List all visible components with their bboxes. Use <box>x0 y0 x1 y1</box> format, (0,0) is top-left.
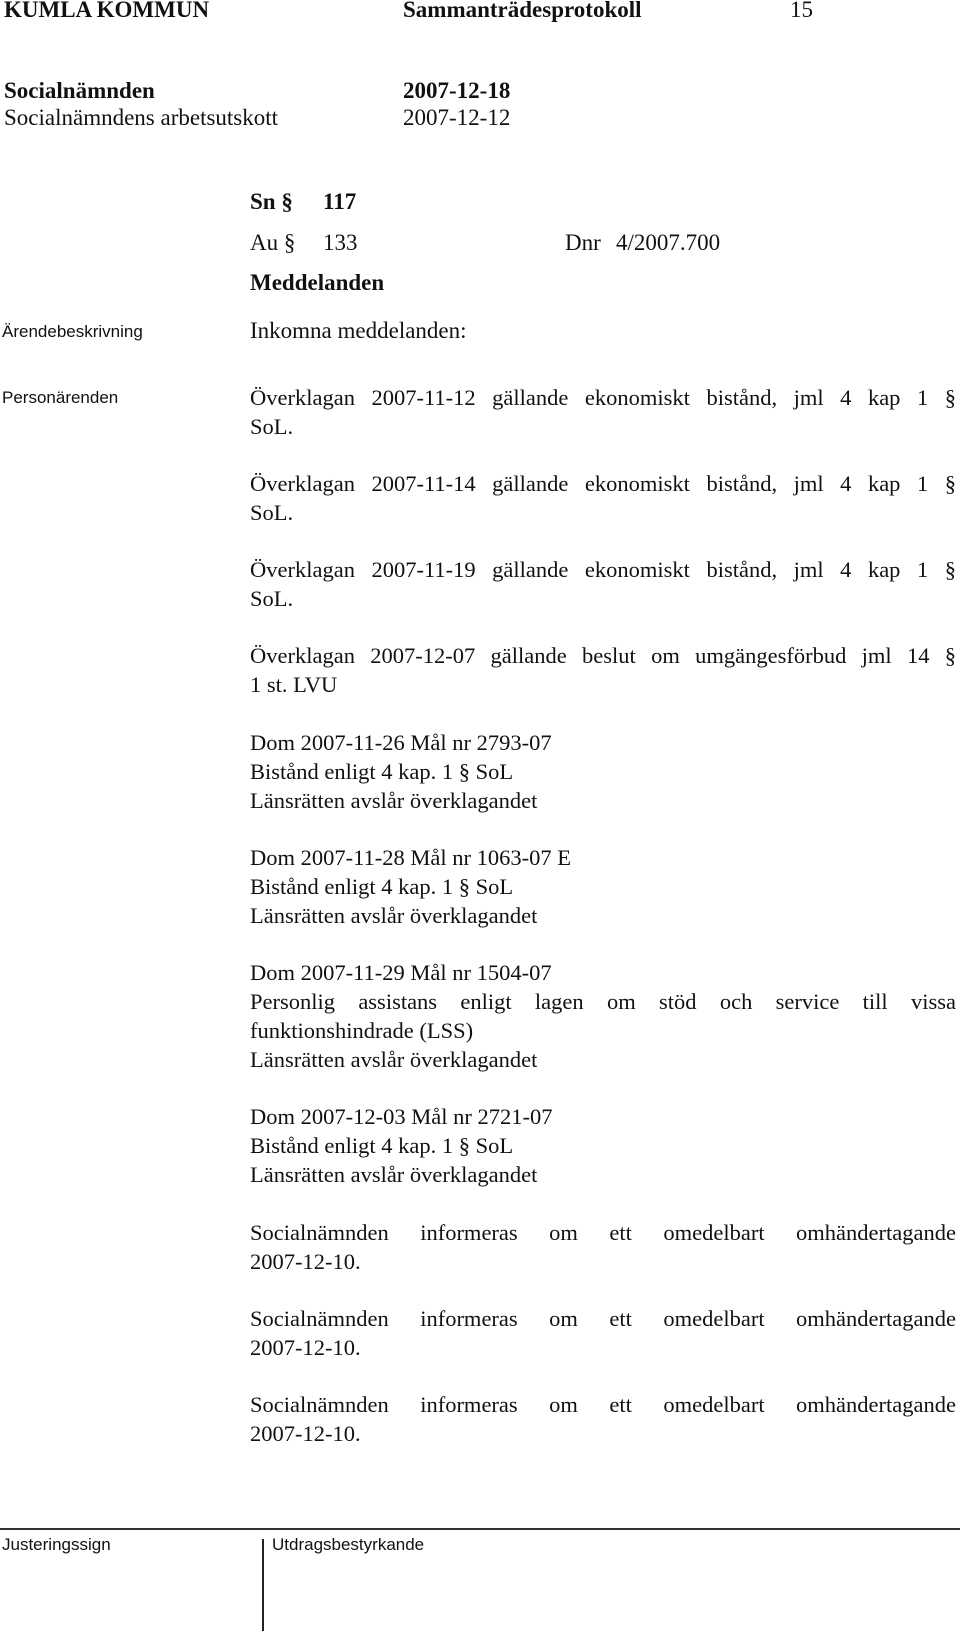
judgment-case: Dom 2007-12-03 Mål nr 2721-07 <box>250 1104 553 1129</box>
dnr-label: Dnr <box>565 230 601 255</box>
appeal-line: Överklagan 2007-11-19 gällande ekonomisk… <box>250 557 956 582</box>
judgment-case: Dom 2007-11-26 Mål nr 2793-07 <box>250 730 552 755</box>
extract-certification-label: Utdragsbestyrkande <box>272 1535 425 1554</box>
footer-divider <box>0 1528 960 1530</box>
appeal-item: Överklagan 2007-12-07 gällande beslut om… <box>250 641 956 699</box>
judgment-subject-continued: funktionshindrade (LSS) <box>250 1018 474 1043</box>
committee-meeting-date: 2007-12-12 <box>403 105 511 130</box>
au-paragraph-label: Au § <box>250 230 296 255</box>
appeal-line: Överklagan 2007-11-14 gällande ekonomisk… <box>250 471 956 496</box>
sidebar-label-personal-matters: Personärenden <box>2 388 119 407</box>
au-paragraph-number: 133 <box>323 230 358 255</box>
sn-paragraph-number: 117 <box>323 189 357 214</box>
adjust-sign-label: Justeringssign <box>2 1535 111 1554</box>
judgment-case: Dom 2007-11-29 Mål nr 1504-07 <box>250 960 552 985</box>
notice-item: Socialnämnden informeras om ett omedelba… <box>250 1304 956 1362</box>
footer-column-divider <box>262 1539 264 1631</box>
judgment-item: Dom 2007-11-28 Mål nr 1063-07 E Bistånd … <box>250 843 956 930</box>
judgment-subject: Bistånd enligt 4 kap. 1 § SoL <box>250 1133 514 1158</box>
judgment-subject: Personlig assistans enligt lagen om stöd… <box>250 989 956 1014</box>
judgment-outcome: Länsrätten avslår överklagandet <box>250 903 538 928</box>
notice-date: 2007-12-10. <box>250 1421 361 1446</box>
page-number: 15 <box>790 0 813 22</box>
judgment-outcome: Länsrätten avslår överklagandet <box>250 1047 538 1072</box>
judgment-item: Dom 2007-11-29 Mål nr 1504-07 Personlig … <box>250 958 956 1074</box>
notice-line: Socialnämnden informeras om ett omedelba… <box>250 1306 956 1331</box>
board-name: Socialnämnden <box>4 78 155 103</box>
appeal-line: SoL. <box>250 414 294 439</box>
judgment-outcome: Länsrätten avslår överklagandet <box>250 1162 538 1187</box>
notice-date: 2007-12-10. <box>250 1335 361 1360</box>
notice-item: Socialnämnden informeras om ett omedelba… <box>250 1218 956 1276</box>
notice-item: Socialnämnden informeras om ett omedelba… <box>250 1390 956 1448</box>
appeal-line: SoL. <box>250 586 294 611</box>
appeal-line: Överklagan 2007-11-12 gällande ekonomisk… <box>250 385 956 410</box>
notice-date: 2007-12-10. <box>250 1249 361 1274</box>
appeal-line: SoL. <box>250 500 294 525</box>
judgment-item: Dom 2007-12-03 Mål nr 2721-07 Bistånd en… <box>250 1102 956 1189</box>
appeal-item: Överklagan 2007-11-14 gällande ekonomisk… <box>250 469 956 527</box>
dnr-value: 4/2007.700 <box>616 230 721 255</box>
notice-line: Socialnämnden informeras om ett omedelba… <box>250 1220 956 1245</box>
sidebar-label-description: Ärendebeskrivning <box>2 322 143 341</box>
document-type: Sammanträdesprotokoll <box>403 0 642 22</box>
appeal-item: Överklagan 2007-11-12 gällande ekonomisk… <box>250 383 956 441</box>
sn-paragraph-label: Sn § <box>250 189 293 214</box>
judgment-subject: Bistånd enligt 4 kap. 1 § SoL <box>250 759 514 784</box>
notice-line: Socialnämnden informeras om ett omedelba… <box>250 1392 956 1417</box>
case-title: Meddelanden <box>250 270 385 295</box>
appeal-line: 1 st. LVU <box>250 672 338 697</box>
organization-name: KUMLA KOMMUN <box>4 0 210 22</box>
judgment-outcome: Länsrätten avslår överklagandet <box>250 788 538 813</box>
judgment-subject: Bistånd enligt 4 kap. 1 § SoL <box>250 874 514 899</box>
committee-name: Socialnämndens arbetsutskott <box>4 105 279 130</box>
appeal-line: Överklagan 2007-12-07 gällande beslut om… <box>250 643 956 668</box>
judgment-item: Dom 2007-11-26 Mål nr 2793-07 Bistånd en… <box>250 728 956 815</box>
appeal-item: Överklagan 2007-11-19 gällande ekonomisk… <box>250 555 956 613</box>
judgment-case: Dom 2007-11-28 Mål nr 1063-07 E <box>250 845 571 870</box>
board-meeting-date: 2007-12-18 <box>403 78 511 103</box>
intro-text: Inkomna meddelanden: <box>250 318 467 343</box>
